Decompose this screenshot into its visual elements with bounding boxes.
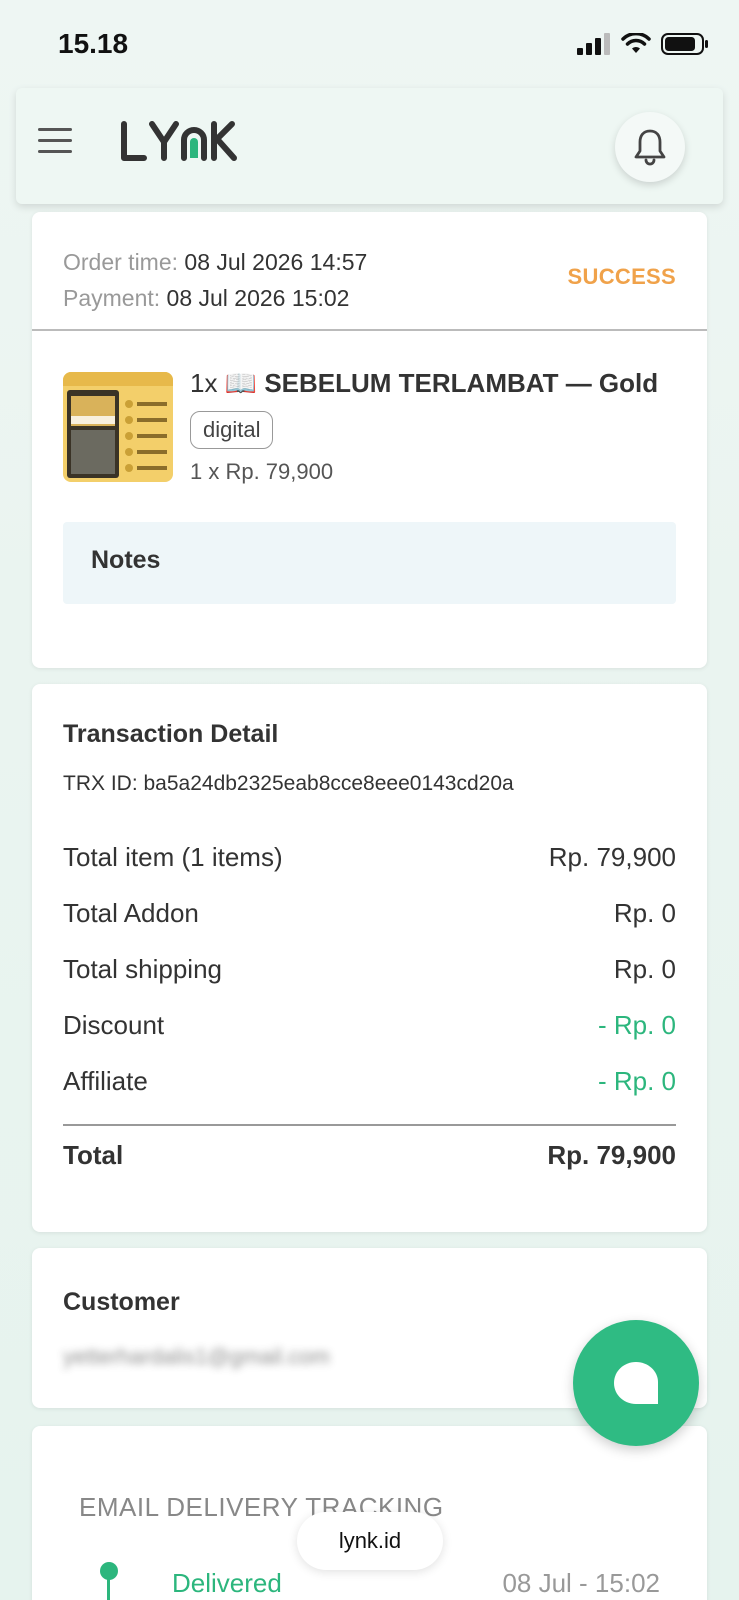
product-thumbnail[interactable]	[63, 372, 173, 482]
payment-time-row: Payment: 08 Jul 2026 15:02	[63, 285, 350, 311]
product-name: SEBELUM TERLAMBAT — Gold	[264, 368, 659, 398]
notes-box: Notes	[63, 522, 676, 604]
notification-button[interactable]	[615, 112, 685, 182]
wifi-icon	[621, 33, 651, 53]
product-type-tag: digital	[190, 411, 274, 449]
transaction-card: Transaction Detail TRX ID: ba5a24db2325e…	[32, 684, 707, 1232]
customer-email: yetterhardalis1@gmail.com	[63, 1344, 330, 1369]
order-meta: Order time: 08 Jul 2026 14:57 Payment: 0…	[63, 244, 367, 316]
notes-label: Notes	[91, 546, 161, 574]
hamburger-icon[interactable]	[38, 128, 72, 154]
tracking-status: Delivered	[172, 1568, 282, 1598]
summary-row-shipping: Total shipping Rp. 0	[63, 954, 676, 984]
summary-row-items: Total item (1 items) Rp. 79,900	[63, 842, 676, 872]
transaction-title: Transaction Detail	[63, 720, 279, 748]
chat-button[interactable]	[573, 1320, 699, 1446]
status-bar: 15.18	[0, 0, 739, 88]
lynk-logo[interactable]	[120, 120, 250, 164]
divider	[32, 329, 707, 331]
status-time: 15.18	[58, 28, 129, 59]
summary-row-total: Total Rp. 79,900	[63, 1140, 676, 1170]
order-time-row: Order time: 08 Jul 2026 14:57	[63, 249, 368, 275]
chat-bubble-icon	[614, 1362, 658, 1404]
divider	[63, 1124, 676, 1126]
summary-row-affiliate: Affiliate - Rp. 0	[63, 1066, 676, 1096]
tracking-line	[107, 1578, 110, 1600]
order-status-badge: SUCCESS	[567, 264, 676, 289]
trx-id: TRX ID: ba5a24db2325eab8cce8eee0143cd20a	[63, 772, 514, 795]
order-detail-page: 15.18 Order time: 08 Jul 2026 14:57 Paym…	[0, 0, 739, 1600]
browser-url-bar[interactable]: lynk.id	[297, 1512, 443, 1570]
order-time: 08 Jul 2026 14:57	[184, 249, 368, 275]
signal-icon	[577, 33, 610, 55]
product-title: 1x 📖 SEBELUM TERLAMBAT — Gold	[190, 368, 659, 398]
status-icons	[577, 32, 709, 56]
summary-row-discount: Discount - Rp. 0	[63, 1010, 676, 1040]
battery-icon	[661, 33, 708, 55]
order-card: Order time: 08 Jul 2026 14:57 Payment: 0…	[32, 212, 707, 668]
payment-time: 08 Jul 2026 15:02	[166, 285, 350, 311]
app-header	[16, 88, 723, 204]
product-price: 1 x Rp. 79,900	[190, 459, 334, 484]
tracking-time: 08 Jul - 15:02	[502, 1568, 660, 1598]
summary-row-addon: Total Addon Rp. 0	[63, 898, 676, 928]
book-icon: 📖	[224, 368, 258, 398]
bell-icon	[634, 129, 666, 166]
customer-title: Customer	[63, 1288, 180, 1316]
